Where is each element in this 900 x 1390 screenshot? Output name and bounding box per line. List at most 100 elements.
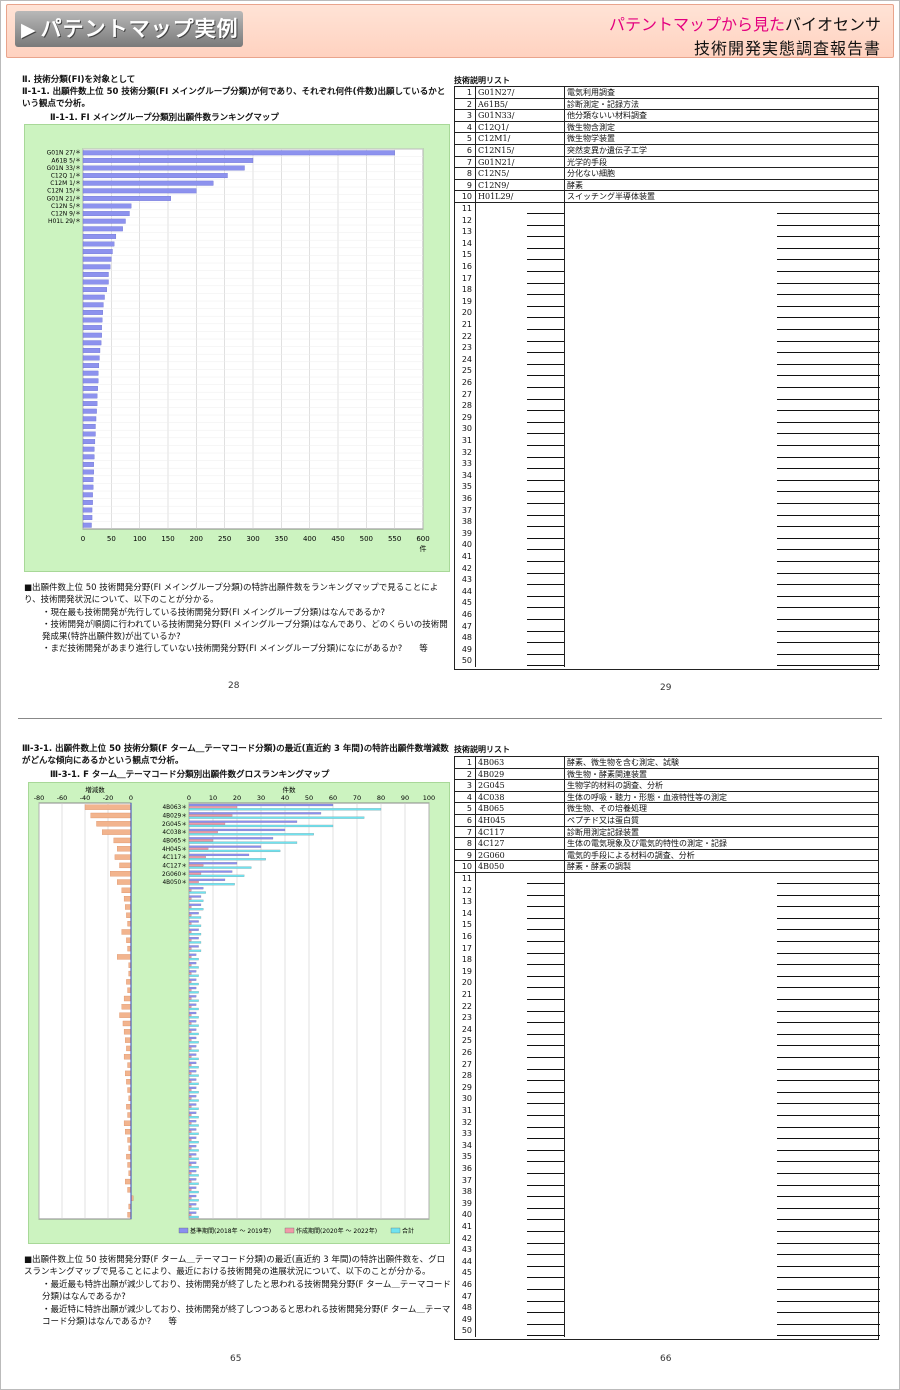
row-number: 20 xyxy=(455,307,476,319)
chart2-right-title: 件数 xyxy=(283,785,297,794)
chart2-count-bar xyxy=(188,945,199,948)
chart2-count-bar xyxy=(188,964,192,967)
chart2-right-xtick-label: 10 xyxy=(209,794,217,802)
row-code: C12N15/ xyxy=(476,145,565,156)
row-code xyxy=(476,446,565,459)
row-description xyxy=(565,1302,878,1314)
table-row: 27 xyxy=(455,1058,880,1071)
chart1-xtick-label: 500 xyxy=(360,535,373,543)
chart1-bar xyxy=(82,157,254,163)
page-number-28: 28 xyxy=(228,681,240,691)
row-number: 8 xyxy=(455,838,476,849)
row-code xyxy=(476,423,565,435)
chart2-change-bar xyxy=(121,929,132,935)
chart2-count-bar xyxy=(188,1122,192,1125)
chart2-count-bar xyxy=(188,1153,197,1156)
chart1-bar xyxy=(82,515,93,521)
row-description: 診断測定・記録方法 xyxy=(567,99,639,109)
row-description xyxy=(565,273,878,285)
table-row: 18 xyxy=(455,954,880,966)
row-code: 4B050 xyxy=(476,861,565,872)
table-row: 8 C12N5/分化ない細胞 xyxy=(455,168,878,180)
chart2-change-bar xyxy=(127,920,132,927)
chart2-count-bar xyxy=(188,1188,192,1191)
row-code xyxy=(476,1290,565,1303)
chart1-bar xyxy=(82,271,109,277)
chart2-count-bar xyxy=(188,855,206,859)
chart2-change-bar xyxy=(127,987,132,993)
chart2-right-xtick-label: 20 xyxy=(233,794,241,802)
row-code xyxy=(476,1302,565,1314)
header-banner: ▶ パテントマップ実例 パテントマップから見たバイオセンサ 技術開発実態調査報告書 xyxy=(6,4,894,58)
chart2-container: -80 -60 -40 -20 0 増減数 0 10 20 30 40 50 60 70 80 90 100 件数… xyxy=(28,782,450,1244)
table-row: 4 4C038 生体の呼吸・聴力・形態・血液特性等の測定 xyxy=(455,791,878,804)
chart1-bar xyxy=(82,431,96,437)
chart2-count-bar xyxy=(188,1190,199,1194)
chart1-xtick-label: 250 xyxy=(218,535,231,543)
row-description: 酵素・酵素の調製 xyxy=(567,862,631,872)
chart1-category-label: C12N 15/＊ xyxy=(47,188,81,195)
row-description: 他分類ないい材料調査 xyxy=(567,111,647,121)
chart2-count-bar xyxy=(188,1197,192,1200)
chart1-category-label: C12N 5/＊ xyxy=(51,203,81,210)
row-number: 35 xyxy=(455,481,476,493)
table-row: 45 xyxy=(455,597,880,609)
chart2-count-bar xyxy=(188,1097,192,1100)
chart2-count-bar xyxy=(188,1007,199,1011)
chart1-title: Ⅱ-1-1. FI メイングループ分類別出願件数ランキングマップ xyxy=(50,113,279,123)
chart1-unit-label: 件 xyxy=(420,544,427,553)
chart2-change-bar xyxy=(125,1178,132,1185)
table-row: 6 C12N15/突然変異か遺伝子工学 xyxy=(455,145,878,157)
table-row: 2 4B029 微生物・酵素関連装置 xyxy=(455,768,878,781)
row-code xyxy=(476,1174,565,1187)
chart2-category-label: 4C038＊ xyxy=(162,829,187,836)
row-description: 微生物学装置 xyxy=(567,134,615,144)
tech-list-table-top: 1 G01N27/電気利用調査 2 A61B5/診断測定・記録方法 3 G01N33/他分… xyxy=(454,86,880,670)
row-code xyxy=(476,504,565,517)
row-number: 45 xyxy=(455,1267,476,1279)
table-row: 25 xyxy=(455,365,880,377)
chart2-count-bar xyxy=(188,1199,199,1202)
row-description xyxy=(565,1082,878,1094)
chart2-change-bar xyxy=(119,862,132,869)
row-code xyxy=(476,319,565,331)
chart2-count-bar xyxy=(188,1022,192,1025)
row-code xyxy=(476,597,565,609)
row-number: 26 xyxy=(455,1047,476,1059)
row-number: 20 xyxy=(455,977,476,989)
table-row: 47 xyxy=(455,620,880,633)
chart1-xtick-label: 450 xyxy=(331,535,344,543)
chart2-count-bar xyxy=(188,1041,199,1044)
chart2-count-bar xyxy=(188,1088,192,1092)
chart2-right-xtick-label: 60 xyxy=(329,794,337,802)
top-note-2: ・現在最も技術開発が先行している技術開発分野(FI メイングループ分類)はなんで… xyxy=(42,608,385,618)
row-description xyxy=(565,1279,878,1291)
row-description xyxy=(565,896,878,908)
row-code xyxy=(476,458,565,470)
row-code: G01N21/ xyxy=(476,156,565,168)
chart1-bar xyxy=(82,332,102,338)
row-number: 39 xyxy=(455,1197,476,1210)
table-row: 3 2G045 生物学的材料の調査、分析 xyxy=(455,780,878,792)
row-description: 微生物・酵素関連装置 xyxy=(567,769,647,779)
row-number: 27 xyxy=(455,388,476,401)
chart2-count-bar xyxy=(188,1174,199,1177)
chart2-right-xtick-label: 30 xyxy=(257,794,265,802)
chart2-count-bar xyxy=(188,847,209,850)
row-code xyxy=(476,1081,565,1094)
chart2-count-bar xyxy=(188,1136,197,1139)
chart1-bar xyxy=(82,287,107,293)
chart2-count-bar xyxy=(188,1116,199,1119)
chart2-change-bar xyxy=(125,904,132,910)
row-description: ペプチド又は蛋白質 xyxy=(567,816,639,825)
row-code xyxy=(476,655,565,667)
chart1-bar xyxy=(82,211,130,217)
chart2-count-bar xyxy=(188,939,192,942)
chart2-change-bar xyxy=(127,945,132,952)
chart1-bar xyxy=(82,241,115,247)
row-number: 6 xyxy=(455,815,476,826)
chart2-count-bar xyxy=(188,806,238,809)
row-number: 12 xyxy=(455,214,476,227)
chart2-count-bar xyxy=(188,1194,197,1198)
chart2-count-bar xyxy=(188,1057,199,1061)
